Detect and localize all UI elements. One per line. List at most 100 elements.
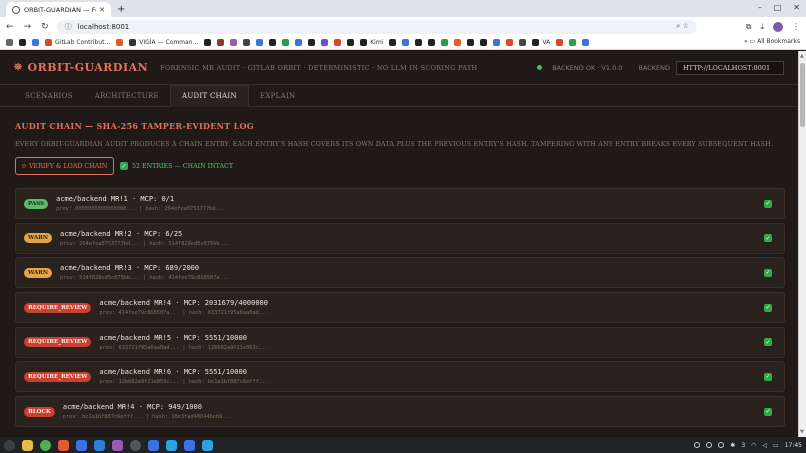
settings-app-icon[interactable] [130,439,141,451]
bookmark-github-icon[interactable] [467,39,475,46]
verify-load-chain-button[interactable]: ⟳ VERIFY & LOAD CHAIN [15,157,114,175]
bookmark-vigia[interactable]: VIGİA — Comman... [129,39,198,46]
audit-entry-row[interactable]: REQUIRE_REVIEW acme/backend MR!6 · MCP: 5… [15,361,785,393]
browser-tab-title: ORBIT-GUARDIAN — Forensic [24,5,96,14]
chrome-app-icon[interactable] [40,439,51,451]
tab-scenarios[interactable]: SCENARIOS [14,85,84,106]
start-menu-icon[interactable] [4,439,15,451]
scroll-down-icon[interactable]: ▼ [800,429,804,435]
bookmark-kimi[interactable]: Kimi [360,39,383,46]
app-icon[interactable] [112,439,123,451]
audit-entry-row[interactable]: REQUIRE_REVIEW acme/backend MR!4 · MCP: 2… [15,292,785,324]
app-icon[interactable] [148,439,159,451]
bookmark-icon[interactable] [308,39,316,46]
bookmark-icon[interactable] [282,39,290,46]
bookmark-va[interactable]: VA [532,39,550,46]
tray-icon[interactable] [694,442,701,448]
clock[interactable]: 17:45 [785,442,802,449]
bookmark-icon[interactable] [217,39,225,46]
bookmark-icon[interactable] [256,39,264,46]
telegram-app-icon[interactable] [202,439,213,451]
bookmark-icon[interactable] [230,39,238,46]
bookmark-icon[interactable] [32,39,39,46]
mail-app-icon[interactable] [76,439,87,451]
wifi-icon[interactable]: ◠ [751,442,756,449]
backend-url-input[interactable] [676,60,784,75]
audit-entry-row[interactable]: WARN acme/backend MR!2 · MCP: 6/25 prev: 2… [15,222,785,254]
bookmark-icon[interactable] [204,39,212,46]
bookmark-github-icon[interactable] [269,39,277,46]
bookmark-github-icon[interactable] [19,39,26,46]
bookmark-icon[interactable] [582,39,590,46]
verified-check-icon: ✓ [764,338,772,347]
volume-icon[interactable]: ◁ [762,442,767,449]
bookmark-icon[interactable] [441,39,449,46]
bookmark-icon[interactable] [493,39,501,46]
verdict-badge: REQUIRE_REVIEW [24,337,92,348]
tray-icon[interactable] [718,442,725,448]
menu-icon[interactable]: ⋮ [792,22,800,31]
scroll-up-icon[interactable]: ▲ [800,53,804,59]
page-scrollbar[interactable]: ▲ ▼ [798,51,806,437]
bluetooth-icon[interactable]: ✱ [730,442,735,449]
bookmark-icon[interactable] [295,39,303,46]
audit-entry-row[interactable]: REQUIRE_REVIEW acme/backend MR!5 · MCP: 5… [15,326,785,358]
audit-entry-row[interactable]: BLOCK acme/backend MR!4 · MCP: 949/1000 pr… [15,396,785,428]
bookmark-icon[interactable] [556,39,564,46]
address-bar[interactable]: ⓘ localhost:8001 ⌕ ☆ [56,19,697,34]
maximize-icon[interactable]: □ [774,3,782,12]
reload-icon[interactable]: ↻ [41,22,49,32]
bookmark-icon[interactable] [569,39,577,46]
tab-explain[interactable]: EXPLAIN [249,85,307,106]
minimize-icon[interactable]: – [758,3,762,12]
tray-icon[interactable] [706,442,713,448]
all-bookmarks[interactable]: » ▭ All Bookmarks [737,38,800,45]
audit-entry-row[interactable]: PASS acme/backend MR!1 · MCP: 0/1 prev: 00… [15,188,785,219]
verified-check-icon: ✓ [764,407,772,416]
verdict-badge: REQUIRE_REVIEW [24,302,92,313]
bookmark-icon[interactable] [116,39,124,46]
verified-check-icon: ✓ [764,372,772,381]
entry-summary: acme/backend MR!3 · MCP: 689/2000 [60,264,200,273]
browser-tab[interactable]: ORBIT-GUARDIAN — Forensic ✕ [6,2,111,17]
audit-entry-row[interactable]: WARN acme/backend MR!3 · MCP: 689/2000 pre… [15,257,785,289]
url-text: localhost:8001 [77,22,130,31]
bookmark-icon[interactable] [402,39,410,46]
tab-architecture[interactable]: ARCHITECTURE [84,85,170,106]
vscode-app-icon[interactable] [94,439,105,451]
bookmark-icon[interactable] [321,39,329,46]
app-icon[interactable] [184,439,195,451]
files-app-icon[interactable] [22,439,33,451]
bookmark-icon[interactable] [519,39,527,46]
backend-status: BACKEND OK · V1.0.0 [552,63,623,72]
extensions-icon[interactable]: ⧉ [746,22,752,32]
new-tab-icon[interactable]: + [117,4,125,15]
scrollbar-thumb[interactable] [800,63,805,127]
bookmark-icon[interactable] [428,39,436,46]
bookmark-icon[interactable] [389,39,397,46]
telegram-app-icon[interactable] [166,439,177,451]
bookmark-icon[interactable] [347,39,355,46]
close-window-icon[interactable]: ✕ [793,3,800,12]
bookmark-gitlab[interactable]: GitLab Contribut... [45,39,110,46]
tab-audit-chain[interactable]: AUDIT CHAIN [169,85,249,107]
bookmark-icon[interactable] [415,39,423,46]
bookmark-icon[interactable] [334,39,342,46]
download-icon[interactable]: ⤓ [760,22,764,32]
battery-icon[interactable]: ▭ [773,442,779,449]
bookmark-icon[interactable] [454,39,462,46]
bookmark-icon[interactable] [506,39,514,46]
entry-summary: acme/backend MR!6 · MCP: 5551/10000 [99,368,247,377]
site-info-icon[interactable]: ⓘ [65,22,72,32]
apps-icon[interactable] [6,39,13,46]
close-tab-icon[interactable]: ✕ [99,6,105,14]
bookmarks-bar: GitLab Contribut... VIGİA — Comman... Ki… [0,36,806,50]
brave-app-icon[interactable] [58,439,69,451]
forward-icon[interactable]: → [24,22,32,32]
bookmark-icon[interactable] [480,39,488,46]
status-dot-icon [537,65,543,70]
back-icon[interactable]: ← [6,22,14,32]
bookmark-icon[interactable] [243,39,251,46]
zoom-icon[interactable]: ⌕ ☆ [676,22,688,31]
profile-avatar[interactable] [773,21,783,32]
